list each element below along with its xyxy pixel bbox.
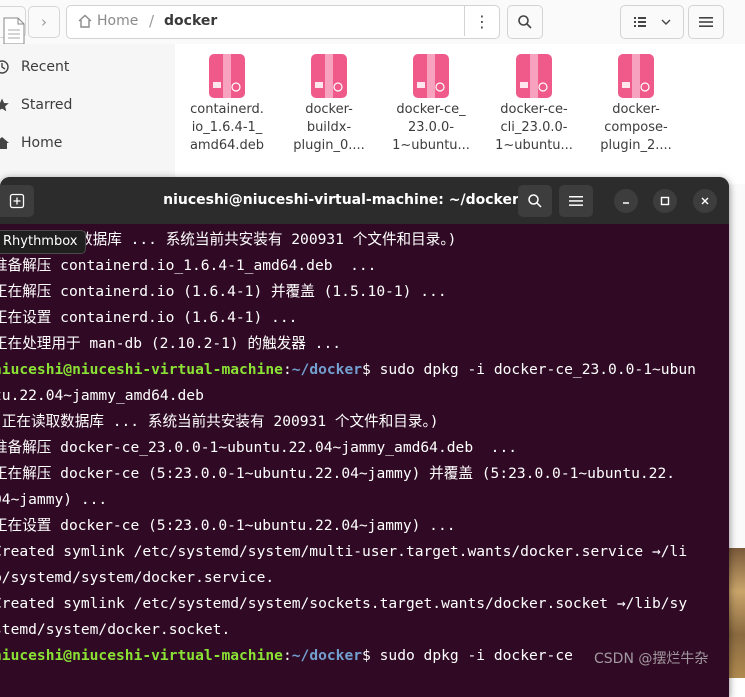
terminal-output[interactable]: 数据库 ... 系统当前共安装有 200931 个文件和目录。) 准备解压 co…	[0, 224, 729, 697]
file-item[interactable]: containerd. io_1.6.4-1_ amd64.deb	[175, 52, 279, 154]
rhythmbox-tooltip: Rhythmbox	[0, 230, 87, 254]
maximize-button[interactable]	[653, 189, 677, 213]
debian-package-icon	[209, 54, 245, 98]
terminal-line: Created symlink /etc/systemd/system/sock…	[0, 595, 688, 612]
close-button[interactable]	[693, 189, 717, 213]
terminal-search-button[interactable]	[518, 185, 552, 217]
search-icon	[518, 15, 532, 29]
path-bar[interactable]: Home / docker ⋮	[66, 5, 500, 39]
terminal-prompt-line: niuceshi@niuceshi-virtual-machine:~/dock…	[0, 643, 573, 669]
file-name-line: 23.0.0-	[407, 120, 455, 135]
file-manager-header: ‹ › Home / docker ⋮	[0, 0, 745, 45]
terminal-line: 正在设置 containerd.io (1.6.4-1) ...	[0, 309, 298, 326]
debian-package-icon	[311, 54, 347, 98]
terminal-menu-button[interactable]	[559, 185, 593, 217]
path-home-segment[interactable]: Home	[97, 13, 138, 29]
sidebar-item-home[interactable]: Home	[0, 132, 170, 156]
kebab-menu-icon: ⋮	[474, 11, 490, 31]
terminal-line: tu.22.04~jammy_amd64.deb	[0, 387, 204, 404]
terminal-line: (正在读取数据库 ... 系统当前共安装有 200931 个文件和目录。)	[0, 413, 439, 430]
home-icon	[0, 137, 9, 149]
maximize-icon	[660, 196, 670, 206]
file-name-line: plugin_2....	[600, 138, 672, 153]
file-name-line: docker-	[305, 102, 353, 117]
file-name-line: cli_23.0.0-	[500, 120, 568, 135]
minimize-icon	[623, 202, 629, 204]
sidebar-item-label: Recent	[21, 59, 70, 75]
file-name-line: io_1.6.4-1_	[191, 120, 263, 135]
hamburger-icon	[569, 196, 583, 206]
terminal-line: 04~jammy) ...	[0, 491, 108, 508]
forward-button[interactable]: ›	[28, 6, 60, 38]
terminal-line: 准备解压 containerd.io_1.6.4-1_amd64.deb ...	[0, 257, 377, 274]
view-options-button[interactable]	[620, 5, 684, 39]
terminal-line: 数据库 ... 系统当前共安装有 200931 个文件和目录。)	[78, 231, 457, 248]
search-button[interactable]	[507, 5, 543, 39]
terminal-line: 正在解压 docker-ce (5:23.0.0-1~ubuntu.22.04~…	[0, 465, 676, 482]
file-name-line: buildx-	[306, 120, 352, 135]
desktop-wallpaper-edge	[729, 548, 745, 678]
file-name-line: amd64.deb	[189, 138, 265, 153]
path-menu-button[interactable]: ⋮	[464, 6, 499, 36]
prompt-colon: :	[282, 361, 292, 378]
terminal-line: stemd/system/docker.socket.	[0, 621, 231, 638]
prompt-command: $ sudo dpkg -i docker-ce	[362, 647, 573, 664]
terminal-line: 正在设置 docker-ce (5:23.0.0-1~ubuntu.22.04~…	[0, 517, 456, 534]
csdn-watermark: CSDN @摆烂牛杂	[594, 651, 709, 667]
file-item[interactable]: docker-ce- cli_23.0.0- 1~ubuntu...	[482, 52, 586, 154]
debian-package-icon	[618, 54, 654, 98]
file-item[interactable]: docker- compose- plugin_2....	[584, 52, 688, 154]
sidebar: Recent Starred Home	[0, 44, 176, 184]
prompt-command: $ sudo dpkg -i docker-ce_23.0.0-1~ubun	[362, 361, 696, 378]
terminal-line: Created symlink /etc/systemd/system/mult…	[0, 543, 688, 560]
chevron-right-icon: ›	[41, 13, 47, 31]
file-name-line: 1~ubuntu...	[392, 138, 470, 153]
prompt-user: niuceshi@niuceshi-virtual-machine	[0, 361, 283, 378]
terminal-line: 准备解压 docker-ce_23.0.0-1~ubuntu.22.04~jam…	[0, 439, 518, 456]
terminal-titlebar[interactable]: niuceshi@niuceshi-virtual-machine: ~/doc…	[0, 177, 729, 224]
prompt-path: ~/docker	[291, 647, 363, 664]
file-name-line: containerd.	[190, 102, 264, 117]
file-name-line: docker-ce-	[500, 102, 568, 117]
star-icon	[0, 98, 9, 112]
terminal-window[interactable]: niuceshi@niuceshi-virtual-machine: ~/doc…	[0, 177, 729, 697]
prompt-colon: :	[282, 647, 292, 664]
sidebar-item-label: Home	[21, 135, 63, 151]
terminal-prompt-line: niuceshi@niuceshi-virtual-machine:~/dock…	[0, 357, 696, 383]
terminal-line: 正在解压 containerd.io (1.6.4-1) 并覆盖 (1.5.10…	[0, 283, 447, 300]
file-item[interactable]: docker- buildx- plugin_0....	[277, 52, 381, 154]
debian-package-icon	[516, 54, 552, 98]
prompt-user: niuceshi@niuceshi-virtual-machine	[0, 647, 283, 664]
prompt-path: ~/docker	[291, 361, 363, 378]
sidebar-item-label: Starred	[21, 97, 73, 113]
path-current-segment[interactable]: docker	[164, 13, 217, 29]
clock-icon	[0, 60, 9, 74]
file-name-line: plugin_0....	[293, 138, 365, 153]
list-view-icon	[634, 17, 646, 27]
file-name-line: compose-	[604, 120, 668, 135]
close-icon	[701, 197, 709, 205]
document-icon	[3, 17, 25, 45]
file-name-line: docker-ce_	[396, 102, 466, 117]
sidebar-item-starred[interactable]: Starred	[0, 94, 170, 118]
home-icon	[78, 14, 92, 28]
file-name-line: docker-	[612, 102, 660, 117]
debian-package-icon	[413, 54, 449, 98]
terminal-line: b/systemd/system/docker.service.	[0, 569, 275, 586]
minimize-button[interactable]	[614, 189, 638, 213]
search-icon	[528, 194, 542, 208]
file-item[interactable]: docker-ce_ 23.0.0- 1~ubuntu...	[379, 52, 483, 154]
chevron-down-icon	[661, 19, 671, 25]
main-menu-button[interactable]	[688, 5, 724, 39]
hamburger-icon	[699, 17, 713, 27]
path-separator: /	[149, 12, 155, 30]
file-name-line: 1~ubuntu...	[495, 138, 573, 153]
file-grid: containerd. io_1.6.4-1_ amd64.deb docker…	[175, 44, 745, 184]
sidebar-item-recent[interactable]: Recent	[0, 56, 170, 80]
terminal-line: 正在处理用于 man-db (2.10.2-1) 的触发器 ...	[0, 335, 342, 352]
